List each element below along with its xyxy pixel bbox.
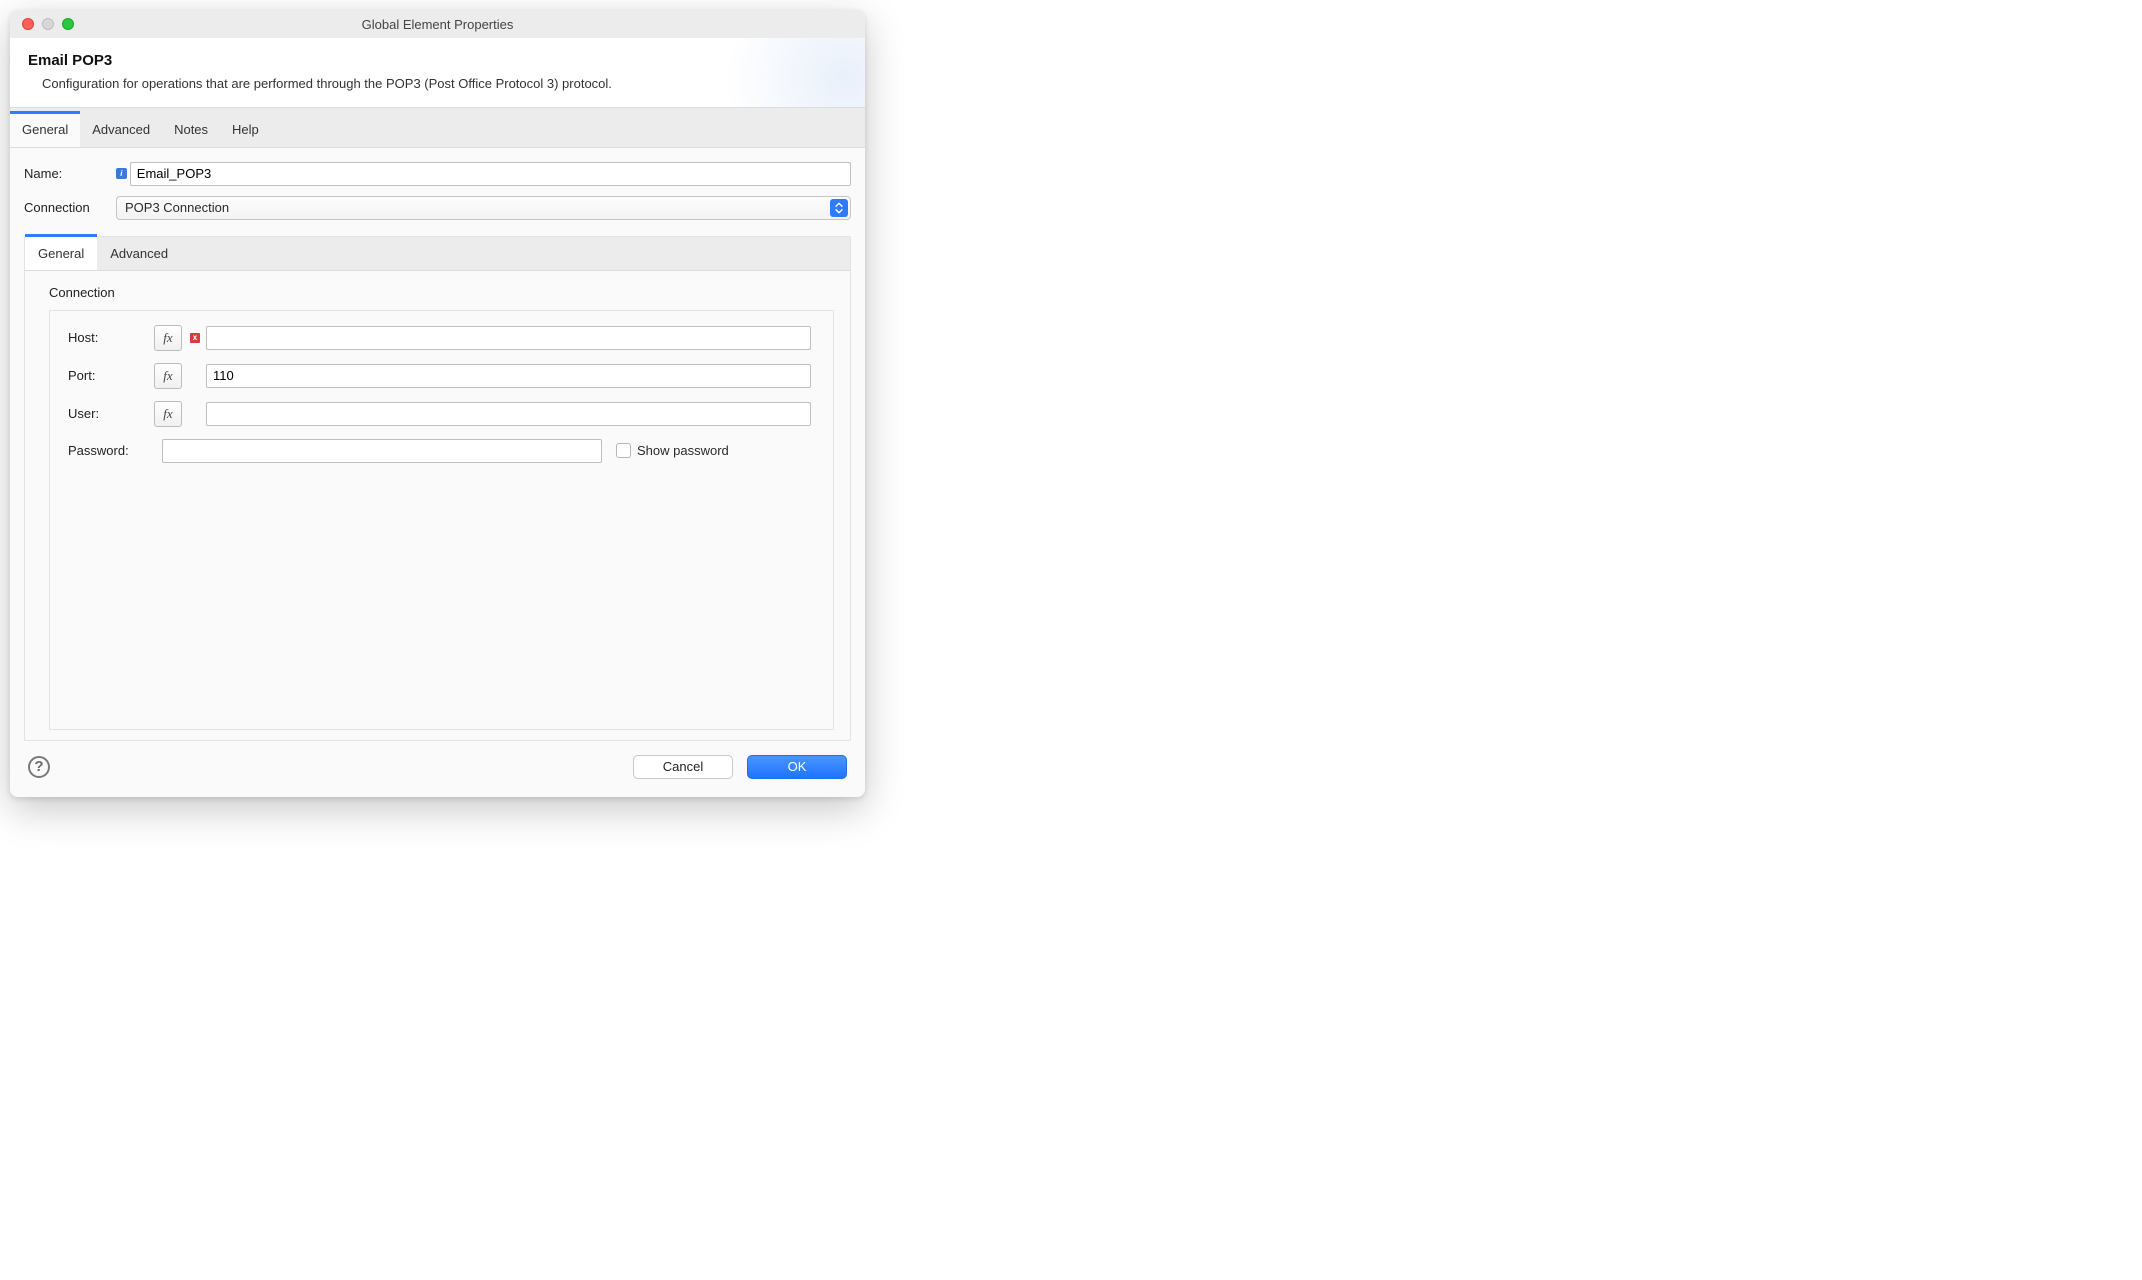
dialog-window: Global Element Properties Email POP3 Con… bbox=[10, 10, 865, 797]
show-password-checkbox[interactable] bbox=[616, 443, 631, 458]
host-label: Host: bbox=[68, 330, 150, 345]
help-icon[interactable]: ? bbox=[28, 756, 50, 778]
row-user: User: fx bbox=[68, 401, 815, 427]
connection-select[interactable]: POP3 Connection bbox=[116, 196, 851, 220]
show-password-label: Show password bbox=[637, 443, 729, 458]
footer: ? Cancel OK bbox=[10, 741, 865, 797]
password-input[interactable] bbox=[162, 439, 602, 463]
top-form: Name: i Connection POP3 Connection bbox=[24, 162, 851, 220]
window-title: Global Element Properties bbox=[10, 17, 865, 32]
ok-button[interactable]: OK bbox=[747, 755, 847, 779]
inner-tabs: General Advanced bbox=[25, 237, 850, 271]
info-icon: i bbox=[116, 168, 127, 179]
inner-body: Connection Host: fx x Port: fx bbox=[25, 271, 850, 740]
fx-button-host[interactable]: fx bbox=[154, 325, 182, 351]
header-description: Configuration for operations that are pe… bbox=[28, 75, 748, 93]
error-icon: x bbox=[190, 333, 200, 343]
header-band: Email POP3 Configuration for operations … bbox=[10, 38, 865, 108]
fx-button-port[interactable]: fx bbox=[154, 363, 182, 389]
inner-tab-advanced[interactable]: Advanced bbox=[97, 237, 181, 270]
name-input[interactable] bbox=[130, 162, 851, 186]
connection-value: POP3 Connection bbox=[125, 200, 229, 215]
host-input[interactable] bbox=[206, 326, 811, 350]
row-host: Host: fx x bbox=[68, 325, 815, 351]
inner-panel: General Advanced Connection Host: fx x P… bbox=[24, 236, 851, 741]
tab-general[interactable]: General bbox=[10, 111, 80, 147]
row-password: Password: Show password bbox=[68, 439, 815, 463]
header-title: Email POP3 bbox=[28, 52, 847, 69]
body-area: Name: i Connection POP3 Connection Gener… bbox=[10, 148, 865, 741]
tab-help[interactable]: Help bbox=[220, 114, 271, 147]
user-label: User: bbox=[68, 406, 150, 421]
port-input[interactable] bbox=[206, 364, 811, 388]
name-label: Name: bbox=[24, 166, 116, 181]
row-port: Port: fx bbox=[68, 363, 815, 389]
main-tabs: General Advanced Notes Help bbox=[10, 108, 865, 148]
chevron-updown-icon bbox=[830, 199, 848, 217]
port-label: Port: bbox=[68, 368, 150, 383]
connection-label: Connection bbox=[24, 200, 116, 215]
cancel-button[interactable]: Cancel bbox=[633, 755, 733, 779]
tab-notes[interactable]: Notes bbox=[162, 114, 220, 147]
section-connection: Connection bbox=[49, 285, 834, 300]
password-label: Password: bbox=[68, 443, 150, 458]
titlebar: Global Element Properties bbox=[10, 10, 865, 38]
fx-button-user[interactable]: fx bbox=[154, 401, 182, 427]
tab-advanced[interactable]: Advanced bbox=[80, 114, 162, 147]
connection-form: Host: fx x Port: fx User: bbox=[49, 310, 834, 730]
inner-tab-general[interactable]: General bbox=[25, 234, 97, 270]
user-input[interactable] bbox=[206, 402, 811, 426]
